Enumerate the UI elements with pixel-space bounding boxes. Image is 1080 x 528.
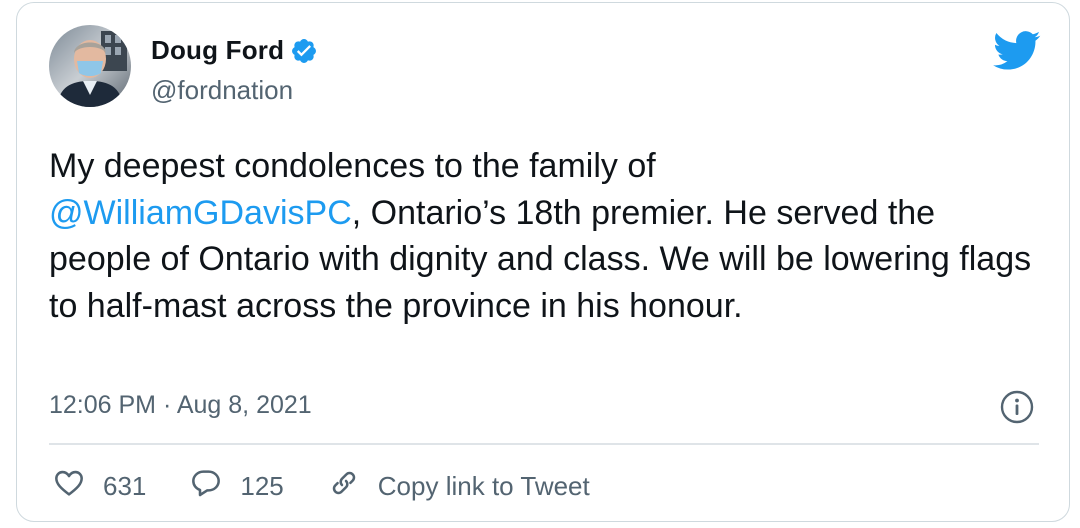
speech-bubble-icon — [190, 467, 240, 506]
like-count: 631 — [103, 471, 147, 501]
reply-count: 125 — [240, 471, 284, 501]
like-button[interactable]: 631 — [53, 467, 146, 506]
avatar[interactable] — [49, 25, 131, 107]
tweet-text-line1: My deepest condolences to the family of — [49, 147, 656, 185]
link-icon — [328, 467, 378, 506]
author-handle[interactable]: @fordnation — [151, 75, 293, 106]
verified-badge-icon — [290, 37, 318, 65]
copy-link-button[interactable]: Copy link to Tweet — [328, 467, 590, 506]
tweet-card: Doug Ford @fordnation My deepest condole… — [16, 2, 1070, 522]
heart-icon — [53, 467, 103, 506]
copy-link-label: Copy link to Tweet — [377, 471, 590, 501]
tweet-text: My deepest condolences to the family of … — [49, 143, 1039, 329]
mention-link[interactable]: @WilliamGDavisPC — [49, 194, 352, 232]
info-icon[interactable] — [999, 389, 1035, 425]
author-display-name[interactable]: Doug Ford — [151, 35, 284, 66]
tweet-timestamp[interactable]: 12:06 PM · Aug 8, 2021 — [49, 391, 312, 420]
reply-button[interactable]: 125 — [190, 467, 284, 506]
twitter-bird-icon[interactable] — [993, 31, 1041, 71]
action-bar: 631 125 Copy link to Tweet — [53, 467, 634, 506]
divider — [49, 443, 1039, 445]
